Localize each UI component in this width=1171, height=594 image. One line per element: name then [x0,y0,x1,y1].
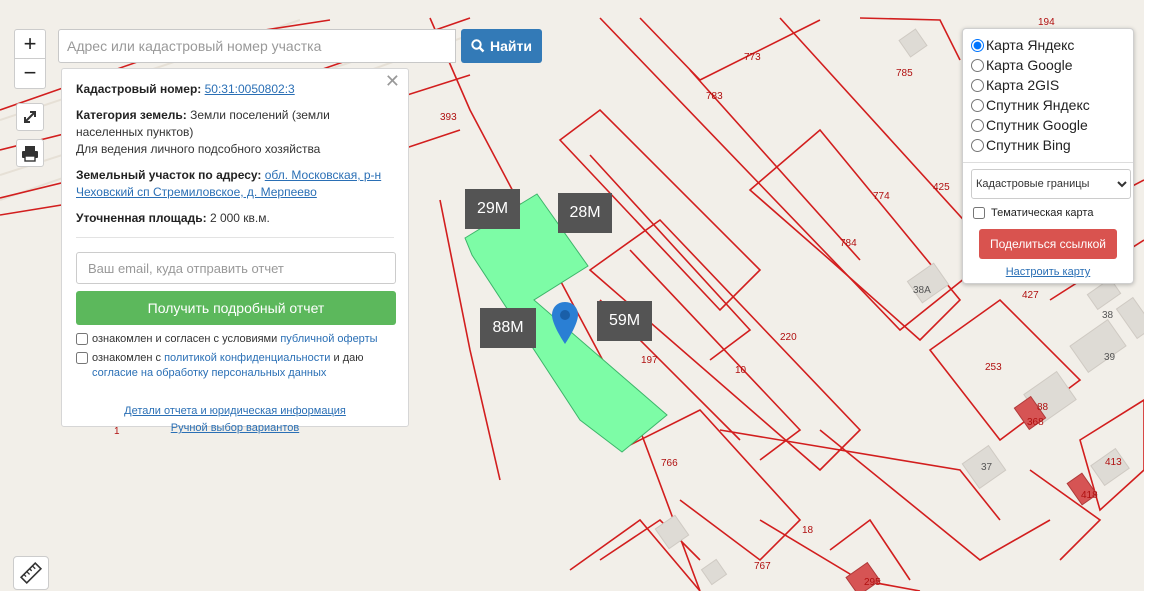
dimension-label: 28M [558,193,612,233]
cadastral-number-link[interactable]: 50:31:0050802:3 [205,82,295,96]
map-type-label: Карта 2GIS [986,77,1060,93]
map-type-option[interactable]: Спутник Bing [971,135,1125,155]
map-type-option[interactable]: Карта Google [971,55,1125,75]
manual-selection-link[interactable]: Ручной выбор вариантов [171,422,299,434]
ruler-icon [19,561,43,585]
parcel-number-label: 773 [744,52,761,63]
print-icon [22,146,38,162]
offer-consent-checkbox[interactable] [76,333,88,345]
ruler-button[interactable] [13,556,49,590]
configure-map-link[interactable]: Настроить карту [1006,266,1091,278]
fullscreen-button[interactable] [16,103,44,131]
find-button-label: Найти [490,38,532,54]
search-input[interactable] [58,29,456,63]
get-report-button[interactable]: Получить подробный отчет [76,291,396,325]
map-type-label: Спутник Яндекс [986,97,1090,113]
offer-consent-text: ознакомлен и согласен с условиями публич… [92,333,378,345]
parcel-info-panel: ✕ Кадастровый номер: 50:31:0050802:3 Кат… [61,68,409,434]
search-icon [471,39,485,53]
expand-icon [24,111,36,123]
parcel-number-label: 368 [1027,417,1044,428]
map-type-radio[interactable] [971,98,984,112]
map-type-option[interactable]: Спутник Google [971,115,1125,135]
cadastral-label: Кадастровый номер: [76,82,202,96]
map-type-radio[interactable] [971,78,984,92]
dimension-label: 59M [597,301,652,341]
map-type-radio[interactable] [971,58,984,72]
parcel-number-label: 767 [754,561,771,572]
parcel-number-label: 197 [641,355,658,366]
map-type-option[interactable]: Спутник Яндекс [971,95,1125,115]
parcel-number-label: 418 [1081,490,1098,501]
thematic-map-label: Тематическая карта [991,207,1094,219]
location-pin-icon[interactable] [552,302,578,344]
parcel-number-label: 39 [1104,352,1116,363]
data-consent-link[interactable]: согласие на обработку персональных данны… [92,367,326,379]
map-type-radio[interactable] [971,118,984,132]
parcel-number-label: 194 [1038,17,1055,28]
map-type-label: Карта Яндекс [986,37,1075,53]
print-button[interactable] [16,139,44,167]
email-field[interactable] [76,252,396,284]
parcel-number-label: 10 [735,365,747,376]
zoom-out-button[interactable]: − [14,59,46,89]
map-type-option[interactable]: Карта Яндекс [971,35,1125,55]
parcel-number-label: 774 [873,191,890,202]
parcel-number-label: 783 [706,91,723,102]
close-icon[interactable]: ✕ [385,72,400,90]
parcel-number-label: 766 [661,458,678,469]
zoom-in-button[interactable]: + [14,29,46,59]
parcel-number-label: 427 [1022,290,1039,301]
parcel-number-label: 393 [440,112,457,123]
map-layers-panel: Карта Яндекс Карта Google Карта 2GIS Спутни… [962,28,1134,284]
map-type-list: Карта Яндекс Карта Google Карта 2GIS Спутни… [971,35,1125,155]
dimension-label: 29M [465,189,520,229]
parcel-number-label: 785 [896,68,913,79]
parcel-number-label: 37 [981,462,993,473]
area-label: Уточненная площадь: [76,211,207,225]
report-details-link[interactable]: Детали отчета и юридическая информация [124,405,346,417]
usage-value: Для ведения личного подсобного хозяйства [76,142,321,156]
parcel-number-label: 413 [1105,457,1122,468]
map-type-option[interactable]: Карта 2GIS [971,75,1125,95]
category-label: Категория земель: [76,108,187,122]
thematic-map-checkbox[interactable] [973,207,985,219]
parcel-number-label: 18 [802,525,814,536]
privacy-consent-text: ознакомлен с политикой конфиденциальност… [92,352,364,379]
parcel-number-label: 88 [1037,402,1049,413]
parcel-number-label: 38А [913,285,931,296]
map-type-radio[interactable] [971,38,984,52]
parcel-number-label: 220 [780,332,797,343]
parcel-number-label: 38 [1102,310,1114,321]
privacy-consent-checkbox[interactable] [76,352,88,364]
find-button[interactable]: Найти [461,29,542,63]
layer-select[interactable]: Кадастровые границы [971,169,1131,199]
public-offer-link[interactable]: публичной оферты [280,333,377,345]
area-value: 2 000 кв.м. [209,211,270,225]
share-link-button[interactable]: Поделиться ссылкой [979,229,1117,259]
map-type-label: Карта Google [986,57,1073,73]
parcel-number-label: 253 [985,362,1002,373]
map-type-radio[interactable] [971,138,984,152]
dimension-label: 88M [480,308,536,348]
map-type-label: Спутник Bing [986,137,1071,153]
parcel-number-label: 784 [840,238,857,249]
parcel-number-label: 425 [933,182,950,193]
privacy-policy-link[interactable]: политикой конфиденциальности [164,352,330,364]
address-label: Земельный участок по адресу: [76,168,262,182]
map-type-label: Спутник Google [986,117,1088,133]
parcel-number-label: 295 [864,577,881,588]
